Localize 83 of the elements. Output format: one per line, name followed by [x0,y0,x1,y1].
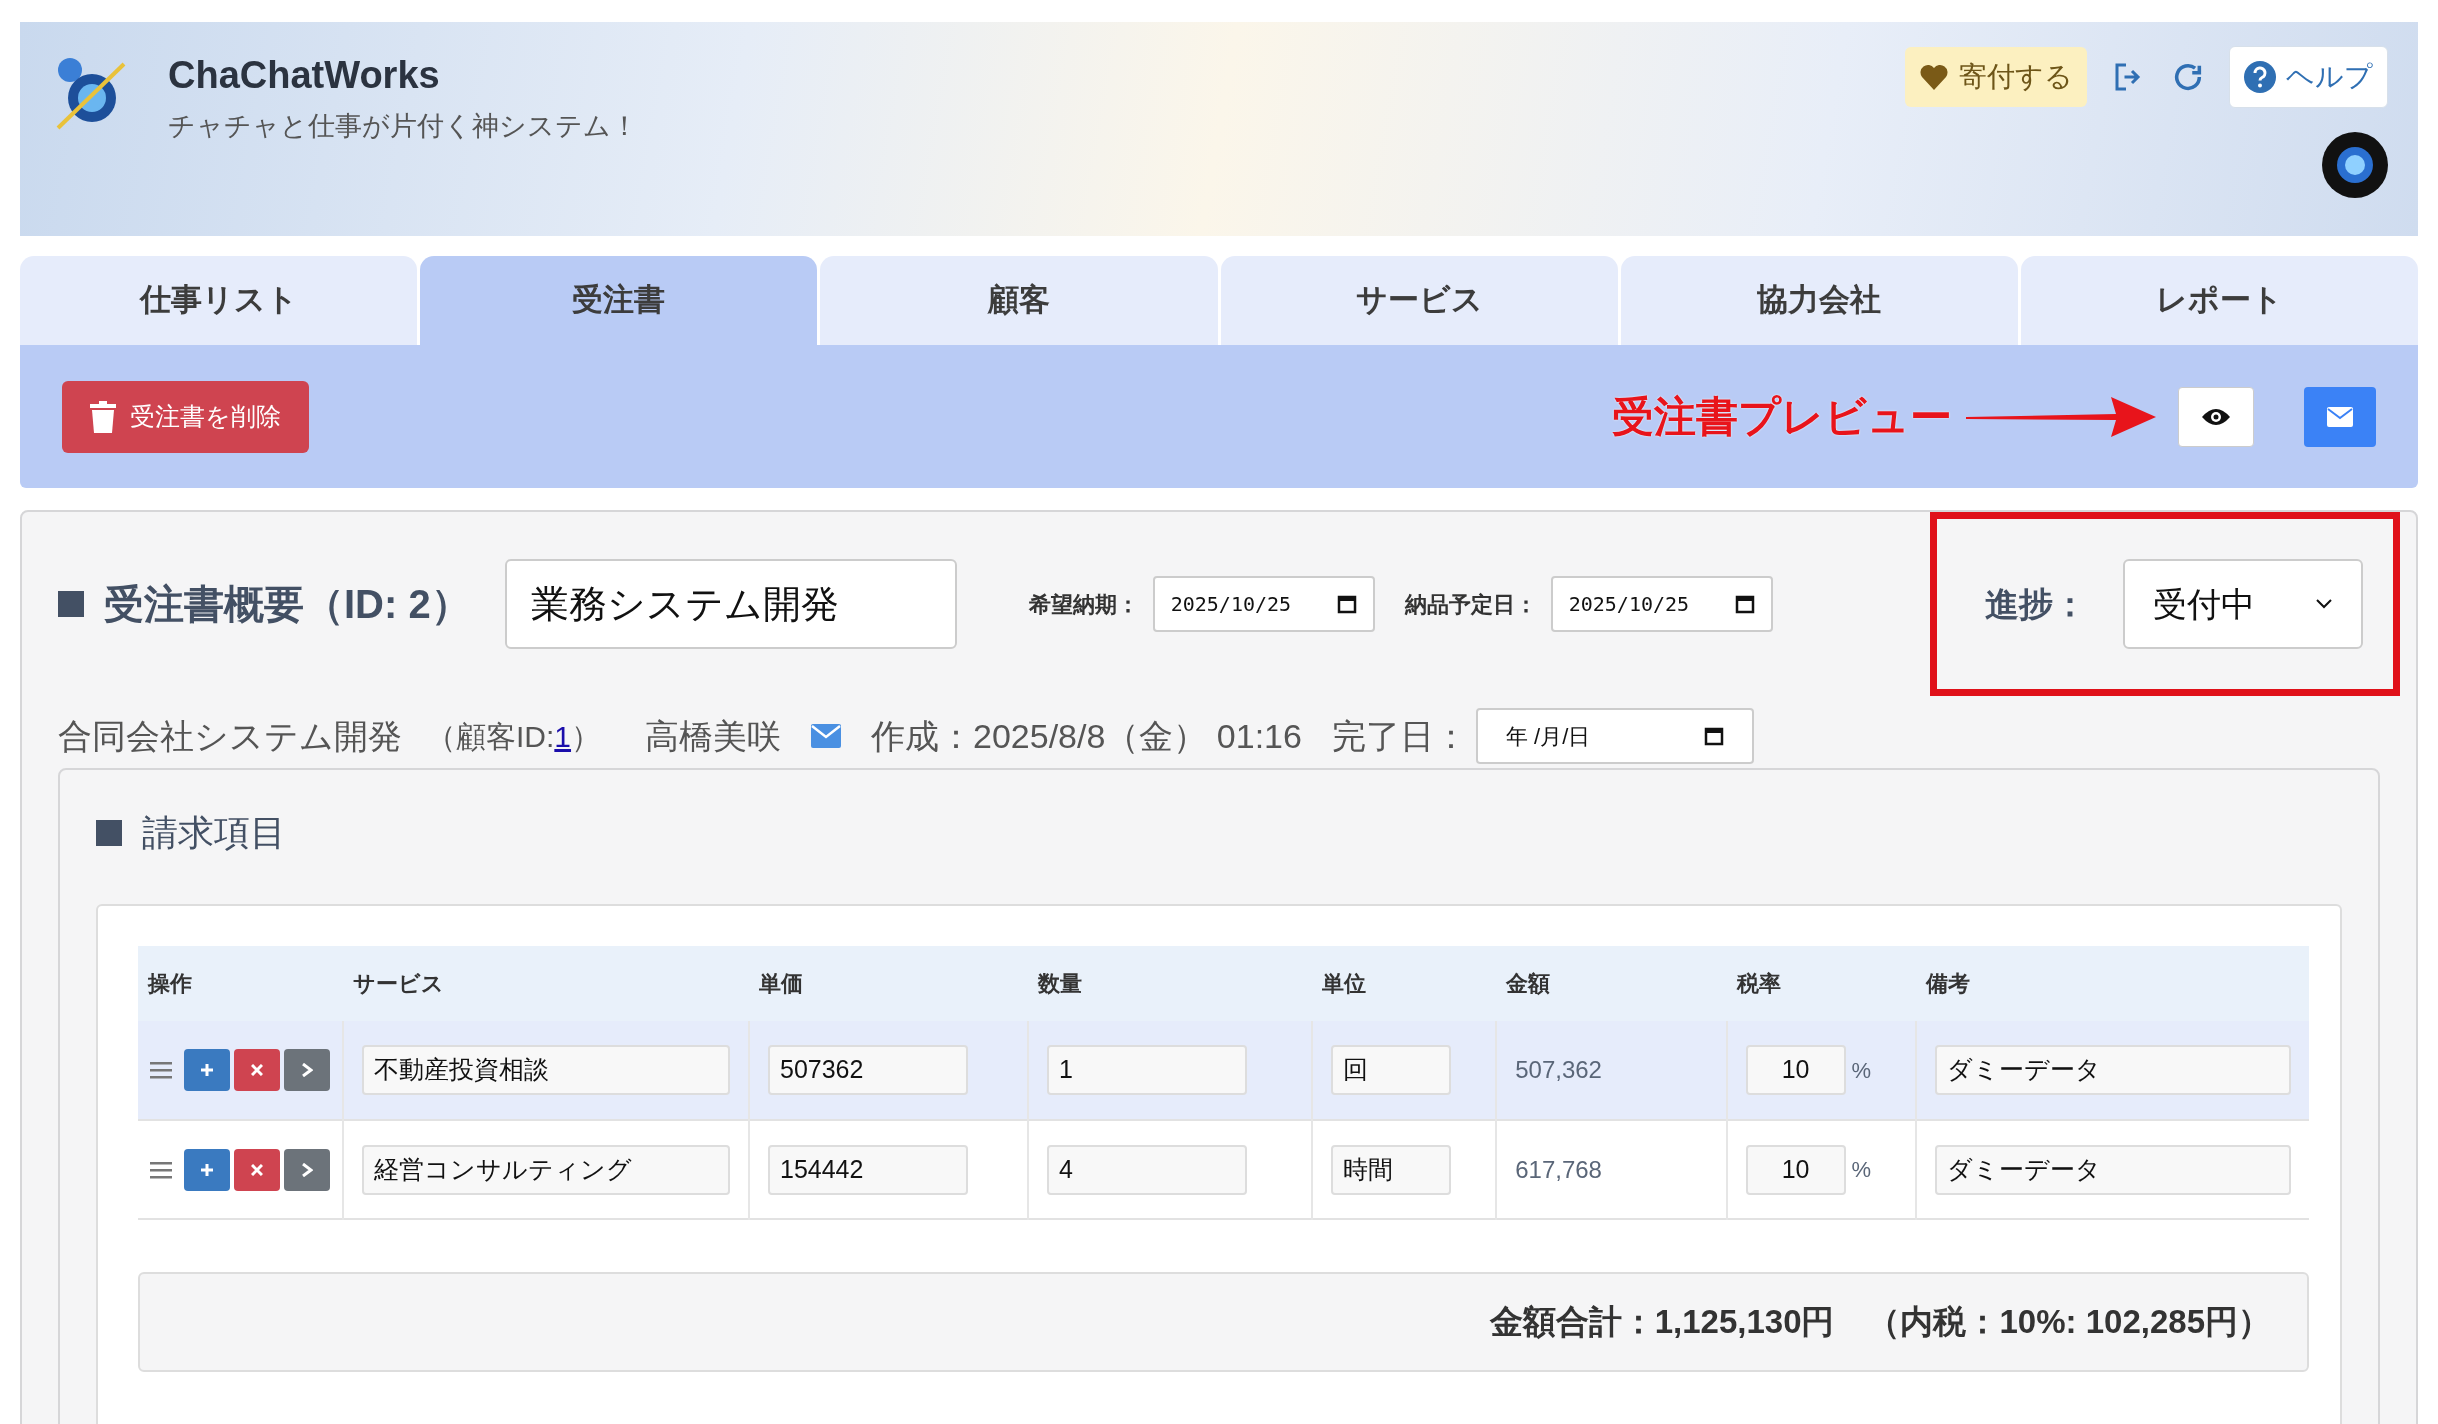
delete-button[interactable]: 受注書を削除 [62,380,309,453]
preview-button[interactable] [2178,386,2254,447]
cell-input[interactable]: ダミーデータ [1934,1144,2291,1195]
amount-value: 507,362 [1515,1056,1602,1083]
customer-name: 合同会社システム開発 [58,715,402,757]
nav-tab[interactable]: レポート [2020,256,2419,345]
calendar-icon [1734,594,1755,614]
amount-value: 617,768 [1515,1155,1602,1183]
progress-select[interactable]: 受付中 [2123,559,2363,649]
customer-id-label: （顧客ID: [426,718,555,755]
add-row-button[interactable] [184,1049,230,1091]
section-title: 請求項目 [142,811,286,855]
cell-input[interactable]: 経営コンサルティング [362,1144,730,1195]
column-header: 単位 [1311,946,1497,1021]
close-icon [251,1064,263,1076]
delete-row-button[interactable] [234,1049,280,1091]
add-row-button[interactable] [184,1148,230,1191]
app-subtitle: チャチャと仕事が片付く神システム！ [168,109,638,143]
drag-handle-icon[interactable] [150,1061,172,1079]
trash-icon [90,400,116,433]
cell-input[interactable]: 回 [1330,1045,1451,1095]
cell-input[interactable]: 10 [1745,1045,1846,1095]
created-date: 作成：2025/8/8（金） 01:16 [871,715,1302,757]
column-header: 備考 [1915,946,2309,1021]
heart-icon [1919,63,1949,91]
cell-input[interactable]: 507362 [768,1045,968,1095]
total-amount: 金額合計：1,125,130円 （内税：10%: 102,285円） [1489,1302,2271,1343]
cell-input[interactable]: 154442 [768,1144,968,1195]
nav-tab[interactable]: 仕事リスト [20,256,418,345]
order-name-field[interactable]: 業務システム開発 [504,559,957,649]
delivery-date-field[interactable]: 2025/10/25 [1550,576,1773,632]
donate-button[interactable]: 寄付する [1905,47,2087,107]
contact-name: 高橋美咲 [645,715,782,757]
plus-icon [200,1162,214,1177]
cell-input[interactable]: 1 [1047,1045,1247,1095]
cell-input[interactable]: 不動産投資相談 [362,1045,730,1095]
completed-label: 完了日： [1331,715,1468,757]
nav-tab[interactable]: 顧客 [820,256,1218,345]
percent-sign: % [1851,1156,1872,1184]
column-header: 操作 [138,946,343,1021]
customer-id-suffix: ） [571,718,602,755]
close-icon [251,1163,263,1176]
column-header: 単価 [749,946,1028,1021]
drag-handle-icon[interactable] [150,1160,172,1179]
plus-icon [200,1063,214,1077]
annotation-label: 受注書プレビュー [1612,392,1952,442]
column-header: 金額 [1496,946,1727,1021]
expand-row-button[interactable] [284,1148,330,1191]
calendar-icon [1336,594,1357,614]
expand-row-button[interactable] [284,1049,330,1091]
cell-input[interactable]: 時間 [1330,1144,1451,1195]
nav-tab[interactable]: 協力会社 [1620,256,2018,345]
envelope-icon [2327,406,2353,427]
progress-label: 進捗： [1985,583,2087,625]
calendar-icon [1703,726,1724,746]
order-title: 受注書概要（ID: 2） [104,581,471,628]
column-header: 数量 [1028,946,1312,1021]
customer-id-link[interactable]: 1 [554,713,572,759]
cell-input[interactable]: 10 [1745,1144,1846,1195]
help-button[interactable]: ヘルプ [2229,46,2388,108]
square-icon [58,591,84,617]
cell-input[interactable]: ダミーデータ [1934,1045,2291,1095]
delivery-date-label: 納品予定日： [1404,590,1537,619]
nav-tab[interactable]: サービス [1220,256,1618,345]
column-header: サービス [343,946,749,1021]
cell-input[interactable]: 4 [1047,1144,1247,1195]
desired-date-label: 希望納期： [1028,590,1139,619]
email-button[interactable] [2304,386,2376,447]
help-icon [2244,61,2276,93]
completed-date-field[interactable]: 年 /月/日 [1475,708,1754,764]
app-title: ChaChatWorks [168,53,441,98]
column-header: 税率 [1726,946,1916,1021]
eye-icon [2201,406,2231,427]
chevron-icon [2315,598,2333,610]
envelope-icon[interactable] [811,724,842,748]
nav-tab[interactable]: 受注書 [420,256,818,345]
percent-sign: % [1851,1056,1872,1085]
chevron-icon [301,1162,313,1177]
desired-date-field[interactable]: 2025/10/25 [1152,576,1375,632]
chevron-icon [301,1063,313,1077]
avatar-icon[interactable] [2322,132,2388,198]
square-icon [96,820,122,846]
delete-row-button[interactable] [234,1148,280,1191]
